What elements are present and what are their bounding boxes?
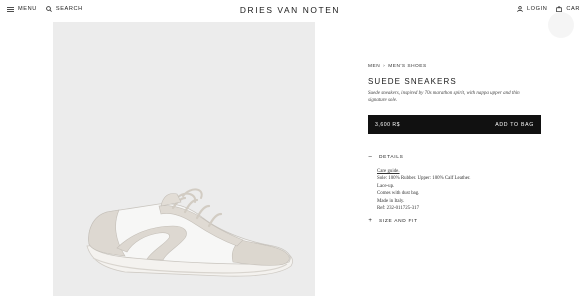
care-guide-link[interactable]: Care guide. [377, 168, 470, 175]
size-and-fit-accordion-toggle[interactable]: + SIZE AND FIT [368, 218, 418, 224]
add-to-bag-label: ADD TO BAG [495, 121, 534, 128]
breadcrumb-mens-shoes[interactable]: MEN'S SHOES [388, 64, 426, 69]
minus-icon: – [368, 154, 373, 160]
size-and-fit-label: SIZE AND FIT [379, 219, 418, 224]
product-title: SUEDE SNEAKERS [368, 77, 457, 86]
details-line: Sole: 100% Rubber. Upper: 100% Calf Leat… [377, 176, 471, 182]
details-line: Comes with dust bag. [377, 191, 420, 197]
details-label: DETAILS [379, 155, 404, 160]
add-to-bag-button[interactable]: 3,600 R$ ADD TO BAG [368, 115, 541, 134]
details-content: Care guide. Sole: 100% Rubber. Upper: 10… [377, 168, 470, 212]
plus-icon: + [368, 218, 373, 224]
top-navigation: MENU SEARCH DRIES VAN NOTEN LOGIN CAR [0, 0, 580, 22]
login-label: LOGIN [526, 6, 548, 12]
breadcrumb: MEN › MEN'S SHOES [368, 64, 543, 69]
user-icon [517, 6, 523, 12]
cart-label: CAR [566, 6, 580, 12]
details-accordion-toggle[interactable]: – DETAILS [368, 154, 404, 160]
chevron-right-icon: › [383, 64, 386, 69]
brand-logo[interactable]: DRIES VAN NOTEN [0, 5, 580, 15]
sneaker-illustration [86, 188, 293, 277]
nav-right: LOGIN CAR [517, 6, 580, 12]
product-description: Suede sneakers, inspired by 70s marathon… [368, 91, 520, 104]
breadcrumb-men[interactable]: MEN [368, 64, 380, 69]
details-line: Lace-up. [377, 183, 395, 189]
price: 3,600 R$ [375, 121, 401, 128]
details-line: Ref: 232-011725-317 [377, 206, 420, 212]
login-button[interactable]: LOGIN [517, 6, 547, 12]
details-line: Made in Italy. [377, 198, 405, 204]
product-details: MEN › MEN'S SHOES SUEDE SNEAKERS Suede s… [368, 64, 543, 224]
product-image[interactable] [53, 22, 315, 296]
floating-chat-button[interactable] [548, 12, 574, 38]
